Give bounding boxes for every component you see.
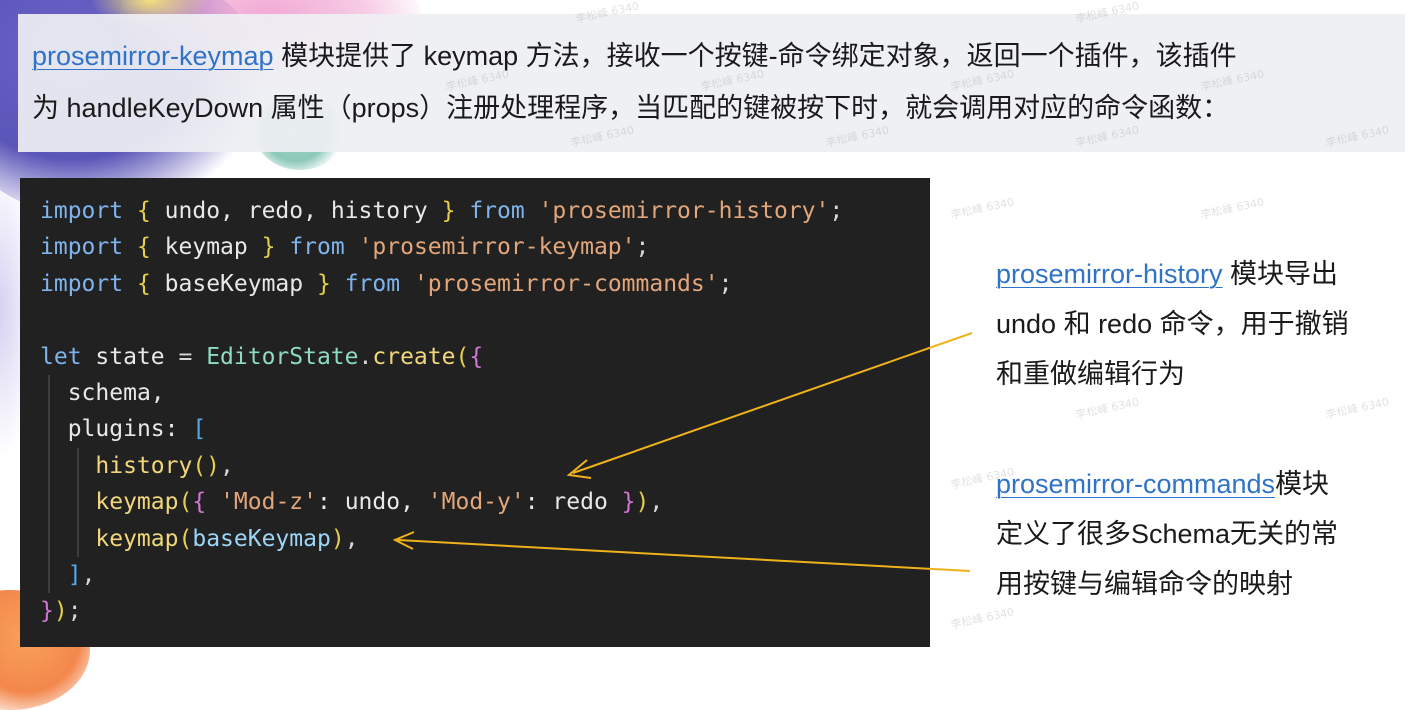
commands-annotation-text-2: 定义了很多Schema无关的常 xyxy=(996,519,1339,549)
history-annotation-text-1: 模块导出 xyxy=(1222,259,1339,289)
arrow-history-head xyxy=(566,459,592,479)
history-annotation: prosemirror-history 模块导出 undo 和 redo 命令，… xyxy=(996,249,1416,399)
prosemirror-commands-link[interactable]: prosemirror-commands xyxy=(996,469,1275,499)
commands-annotation-text-3: 用按键与编辑命令的映射 xyxy=(996,569,1293,599)
arrow-history xyxy=(572,332,973,474)
commands-annotation-text-1: 模块 xyxy=(1275,469,1330,499)
arrow-commands xyxy=(397,539,971,572)
history-annotation-text-3: 和重做编辑行为 xyxy=(996,359,1185,389)
history-annotation-text-2: undo 和 redo 命令，用于撤销 xyxy=(996,309,1349,339)
prosemirror-history-link[interactable]: prosemirror-history xyxy=(996,259,1223,289)
commands-annotation: prosemirror-commands模块 定义了很多Schema无关的常 用… xyxy=(996,459,1416,609)
